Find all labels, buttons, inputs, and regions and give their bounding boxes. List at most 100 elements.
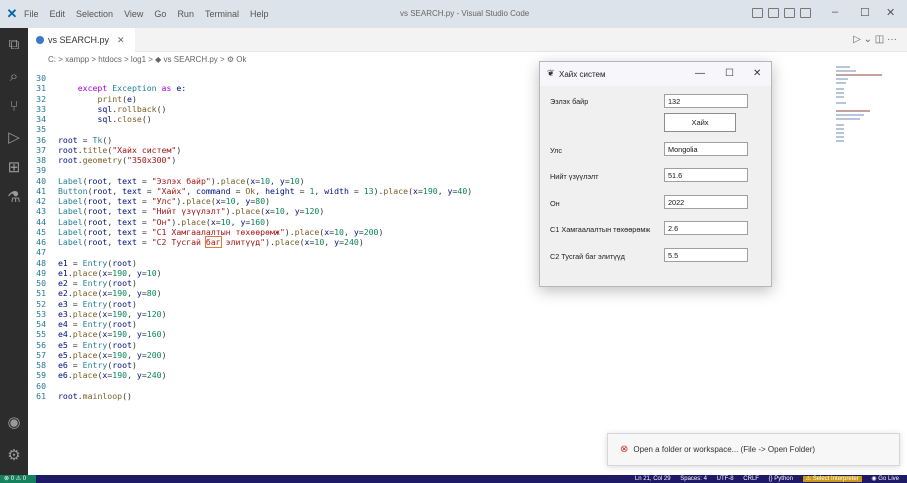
code-line[interactable]: 52 e3 = Entry(root)	[28, 299, 137, 309]
code-token: )	[161, 329, 167, 340]
customize-layout-icon[interactable]	[800, 8, 811, 18]
code-line[interactable]: 51 e2.place(x=190, y=80)	[28, 288, 161, 299]
close-button[interactable]: ✕	[886, 6, 895, 19]
toggle-panel-icon[interactable]	[768, 8, 779, 18]
editor-actions[interactable]: ▷ ⌄ ◫ ···	[853, 34, 897, 45]
code-line[interactable]: 53 e3.place(x=190, y=120)	[28, 308, 167, 319]
code-token: e2	[58, 278, 68, 288]
testing-icon[interactable]: ⚗	[0, 188, 28, 206]
menu-item-edit[interactable]: Edit	[50, 9, 66, 19]
code-line[interactable]: 33 sql.rollback()	[28, 104, 166, 114]
encoding[interactable]: UTF-8	[717, 476, 734, 482]
minimap[interactable]	[830, 66, 890, 156]
toggle-secondary-sidebar-icon[interactable]	[784, 8, 795, 18]
code-line[interactable]: 59 e6.place(x=190, y=240)	[28, 370, 166, 381]
menu-item-file[interactable]: File	[24, 9, 39, 19]
c2-entry[interactable]: 5.5	[664, 248, 748, 262]
code-line[interactable]: 32 print(e)	[28, 94, 137, 104]
code-line[interactable]: 30	[28, 73, 58, 83]
code-token: Entry	[82, 278, 108, 288]
line-number: 60	[36, 380, 46, 391]
menu-item-run[interactable]: Run	[177, 9, 194, 19]
indentation[interactable]: Spaces: 4	[680, 476, 707, 482]
code-line[interactable]: 58 e6 = Entry(root)	[28, 360, 137, 370]
code-token: )	[131, 339, 137, 350]
tk-close-button[interactable]: ✕	[753, 68, 761, 79]
code-token: )	[319, 206, 325, 217]
code-line[interactable]: 42 Label(root, text = "Улс").place(x=10, …	[28, 196, 270, 206]
menu-item-go[interactable]: Go	[154, 9, 166, 19]
run-debug-icon[interactable]: ▷	[0, 128, 28, 146]
account-icon[interactable]: ◉	[0, 413, 28, 431]
code-line[interactable]: 31 except Exception as e:	[28, 84, 186, 93]
code-token: ()	[122, 390, 132, 401]
code-token: =	[77, 134, 93, 145]
code-line[interactable]: 56 e5 = Entry(root)	[28, 339, 137, 350]
code-line[interactable]: 57 e5.place(x=190, y=200)	[28, 350, 166, 360]
country-entry[interactable]: Mongolia	[664, 142, 748, 156]
tab-close-icon[interactable]: ✕	[117, 35, 125, 46]
code-token: =	[67, 319, 83, 329]
tk-minimize-button[interactable]: —	[695, 68, 705, 79]
code-line[interactable]: 50 e2 = Entry(root)	[28, 278, 137, 288]
extensions-icon[interactable]: ⊞	[0, 158, 28, 176]
code-line[interactable]: 36 root = Tk()	[28, 134, 112, 145]
code-line[interactable]: 44 Label(root, text = "Он").place(x=10, y…	[28, 217, 270, 227]
select-interpreter[interactable]: ⚠ Select Interpreter	[802, 476, 862, 482]
problems-indicator[interactable]: ⊗ 0 ⚠ 0	[0, 475, 36, 483]
line-endings[interactable]: CRLF	[743, 476, 759, 482]
toggle-sidebar-icon[interactable]	[752, 8, 763, 18]
source-control-icon[interactable]: ⑂	[0, 98, 28, 115]
code-token: ,	[437, 185, 448, 196]
code-line[interactable]: 43 Label(root, text = "Нийт үзүүлэлт").pl…	[28, 207, 324, 216]
code-line[interactable]: 39	[28, 166, 58, 175]
code-token: )	[161, 308, 167, 319]
total-score-entry[interactable]: 51.6	[664, 168, 748, 182]
code-token: e2	[58, 288, 68, 299]
language-mode[interactable]: {} Python	[769, 476, 793, 482]
search-button[interactable]: Хайх	[664, 113, 736, 132]
code-line[interactable]: 46 Label(root, text = "С2 Тусгай баг элит…	[28, 236, 364, 248]
year-entry[interactable]: 2022	[664, 195, 748, 209]
menu-item-selection[interactable]: Selection	[76, 9, 113, 19]
maximize-button[interactable]: ☐	[860, 6, 870, 19]
tk-maximize-button[interactable]: ☐	[725, 68, 734, 79]
minimize-button[interactable]: –	[832, 6, 838, 18]
code-token: Exception	[112, 83, 162, 94]
code-token: except	[77, 83, 113, 94]
menu-item-terminal[interactable]: Terminal	[205, 9, 239, 19]
code-line[interactable]: 47	[28, 248, 58, 257]
code-token: root	[112, 278, 132, 288]
go-live-button[interactable]: ◉ Go Live	[871, 476, 899, 482]
manage-gear-icon[interactable]: ⚙	[0, 446, 28, 464]
rank-entry[interactable]: 132	[664, 94, 748, 108]
tab-search-py[interactable]: vs SEARCH.py ✕	[28, 28, 135, 52]
code-line[interactable]: 34 sql.close()	[28, 114, 152, 124]
code-token: place	[72, 370, 98, 381]
code-line[interactable]: 60	[28, 380, 58, 391]
line-number: 35	[36, 124, 46, 135]
code-line[interactable]: 41 Button(root, text = "Хайх", command = …	[28, 185, 472, 196]
cursor-position[interactable]: Ln 21, Col 29	[635, 476, 671, 482]
explorer-icon[interactable]: ⧉	[0, 36, 28, 53]
code-line[interactable]: 61 root.mainloop()	[28, 390, 132, 401]
c1-entry[interactable]: 2.6	[664, 221, 748, 235]
code-line[interactable]: 38 root.geometry("350x300")	[28, 155, 176, 165]
notification-toast[interactable]: ⊗ Open a folder or workspace... (File ->…	[607, 433, 900, 466]
menu-item-view[interactable]: View	[124, 9, 143, 19]
code-line[interactable]: 48 e1 = Entry(root)	[28, 257, 137, 268]
code-line[interactable]: 40 Label(root, text = "Эзлэх байр").place…	[28, 176, 304, 186]
line-number: 48	[36, 257, 46, 268]
breadcrumb[interactable]: C: > xampp > htdocs > log1 > ◆ vs SEARCH…	[28, 52, 247, 66]
code-line[interactable]: 54 e4 = Entry(root)	[28, 319, 137, 329]
code-line[interactable]: 55 e4.place(x=190, y=160)	[28, 329, 167, 340]
code-line[interactable]: 37 root.title("Хайх систем")	[28, 145, 181, 155]
code-token: =	[136, 237, 152, 247]
code-line[interactable]: 49 e1.place(x=190, y=10)	[28, 268, 161, 278]
code-line[interactable]: 35	[28, 125, 58, 134]
code-line[interactable]: 45 Label(root, text = "С1 Хамгаалалтын тө…	[28, 227, 383, 237]
code-token: ).	[265, 237, 275, 247]
search-icon[interactable]: ⌕	[0, 68, 28, 85]
menu-item-help[interactable]: Help	[250, 9, 269, 19]
